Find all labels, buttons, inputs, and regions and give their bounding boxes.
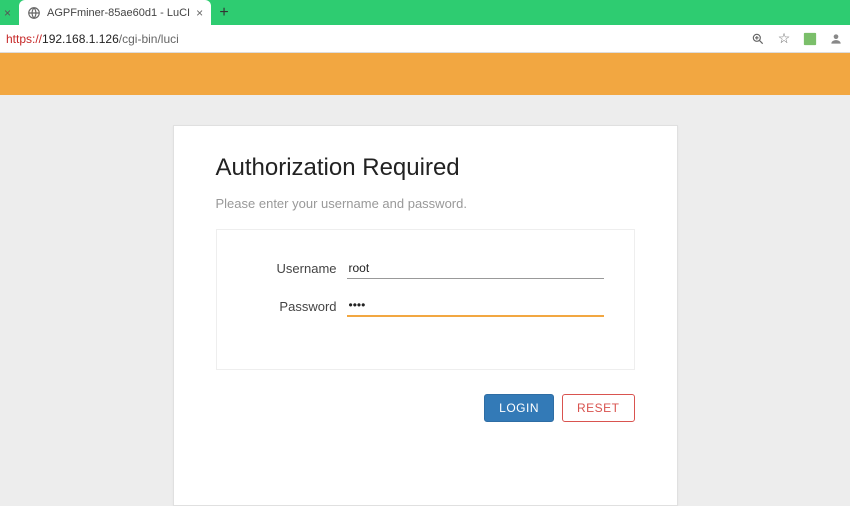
zoom-icon[interactable] [750,31,766,47]
url-input[interactable]: https://192.168.1.126/cgi-bin/luci [6,29,744,49]
browser-tab-strip: × AGPFminer-85ae60d1 - LuCI × + [0,0,850,25]
username-label: Username [247,261,347,276]
profile-icon[interactable] [828,31,844,47]
url-host: 192.168.1.126 [42,32,119,46]
address-bar: https://192.168.1.126/cgi-bin/luci ☆ [0,25,850,53]
login-button[interactable]: LOGIN [484,394,554,422]
login-card: Authorization Required Please enter your… [173,125,678,506]
browser-tab-active[interactable]: AGPFminer-85ae60d1 - LuCI × [19,0,211,25]
page-background: Authorization Required Please enter your… [0,95,850,506]
login-form: Username Password [216,229,635,370]
close-tab-icon[interactable]: × [196,6,203,20]
previous-tab-close[interactable]: × [0,0,15,25]
page-subtitle: Please enter your username and password. [216,196,635,211]
password-input[interactable] [347,295,604,317]
password-label: Password [247,299,347,314]
new-tab-button[interactable]: + [211,0,237,25]
page-header-banner [0,53,850,95]
bookmark-star-icon[interactable]: ☆ [776,31,792,47]
tab-title: AGPFminer-85ae60d1 - LuCI [47,7,190,19]
site-favicon-icon [27,6,41,20]
extension-icon[interactable] [802,31,818,47]
reset-button[interactable]: RESET [562,394,635,422]
url-protocol: https:// [6,32,42,46]
page-title: Authorization Required [216,154,635,182]
username-input[interactable] [347,258,604,279]
url-path: /cgi-bin/luci [119,32,179,46]
